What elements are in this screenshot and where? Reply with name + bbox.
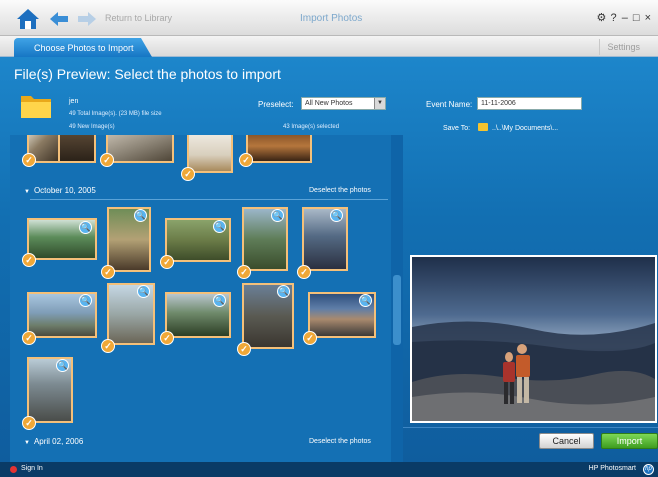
back-arrow-icon[interactable] (50, 12, 68, 26)
scrollbar-thumb[interactable] (393, 275, 401, 345)
zoom-icon[interactable]: 🔍 (330, 209, 343, 222)
zoom-icon[interactable]: 🔍 (79, 221, 92, 234)
title-bar: Return to Library Import Photos ⚙ ? – □ … (0, 0, 658, 36)
event-name-label: Event Name: (426, 100, 473, 109)
check-icon[interactable]: ✓ (101, 339, 115, 353)
home-icon[interactable] (16, 8, 40, 30)
import-photos-window: Return to Library Import Photos ⚙ ? – □ … (0, 0, 658, 477)
preselect-label: Preselect: (258, 100, 294, 109)
save-folder-icon[interactable] (478, 123, 488, 131)
expand-arrow-icon[interactable]: ▼ (24, 189, 30, 195)
zoom-icon[interactable]: 🔍 (213, 220, 226, 233)
zoom-icon[interactable]: 🔍 (277, 285, 290, 298)
brand-label: HP Photosmart (588, 465, 636, 472)
check-icon[interactable]: ✓ (100, 153, 114, 167)
tab-bar: Choose Photos to Import Settings (0, 36, 658, 57)
total-images-info: 49 Total Image(s). (23 MB) file size (69, 111, 162, 117)
check-icon[interactable]: ✓ (22, 331, 36, 345)
window-controls[interactable]: ⚙ ? – □ × (596, 11, 652, 24)
page-title: File(s) Preview: Select the photos to im… (14, 66, 281, 82)
preselect-dropdown[interactable]: All New Photos ▼ (301, 97, 386, 110)
photo-image (60, 135, 94, 161)
check-icon[interactable]: ✓ (237, 265, 251, 279)
tab-settings[interactable]: Settings (607, 42, 640, 52)
check-icon[interactable]: ✓ (303, 331, 317, 345)
source-name: jen (69, 98, 79, 105)
check-icon[interactable]: ✓ (297, 265, 311, 279)
group-header[interactable]: ▼ October 10, 2005 (24, 186, 96, 195)
deselect-photos-link[interactable]: Deselect the photos (309, 187, 371, 194)
window-title: Import Photos (300, 13, 363, 24)
folder-icon (21, 96, 51, 118)
photo-thumbnail[interactable] (106, 135, 174, 163)
selected-count: 43 Image(s) selected (283, 124, 340, 130)
hp-logo-icon: hp (643, 464, 654, 475)
zoom-icon[interactable]: 🔍 (271, 209, 284, 222)
event-name-input[interactable]: 11-11-2006 (477, 97, 582, 110)
action-divider (403, 427, 658, 428)
save-to-path[interactable]: ..\..\My Documents\... (492, 125, 558, 132)
zoom-icon[interactable]: 🔍 (137, 285, 150, 298)
group-date: April 02, 2006 (33, 437, 84, 446)
photo-image (189, 135, 231, 171)
photo-thumbnail[interactable] (58, 135, 96, 163)
forward-arrow-icon[interactable] (78, 12, 96, 26)
tab-choose-photos[interactable]: Choose Photos to Import (14, 38, 152, 57)
check-icon[interactable]: ✓ (160, 255, 174, 269)
save-to-label: Save To: (443, 125, 471, 132)
photo-list: ✓ ✓ ✓ ✓ ▼ October 10, 2005 Deselect the p… (10, 135, 400, 462)
zoom-icon[interactable]: 🔍 (56, 359, 69, 372)
sign-in-icon[interactable] (10, 466, 17, 473)
preview-image (412, 257, 655, 421)
expand-arrow-icon[interactable]: ▼ (24, 440, 30, 446)
check-icon[interactable]: ✓ (237, 342, 251, 356)
main-panel: File(s) Preview: Select the photos to im… (0, 57, 658, 462)
check-icon[interactable]: ✓ (101, 265, 115, 279)
status-bar: Sign In HP Photosmart hp (0, 462, 658, 477)
sign-in-link[interactable]: Sign In (21, 465, 43, 472)
deselect-photos-link[interactable]: Deselect the photos (309, 438, 371, 445)
preselect-value: All New Photos (305, 100, 353, 107)
check-icon[interactable]: ✓ (160, 331, 174, 345)
return-to-library-link[interactable]: Return to Library (105, 13, 172, 23)
photo-thumbnail[interactable] (246, 135, 312, 163)
check-icon[interactable]: ✓ (22, 153, 36, 167)
photo-preview (410, 255, 657, 423)
group-header[interactable]: ▼ April 02, 2006 (24, 437, 83, 446)
chevron-down-icon[interactable]: ▼ (374, 98, 385, 109)
photo-thumbnail[interactable] (187, 135, 233, 173)
photo-image (248, 135, 310, 161)
group-divider (30, 199, 388, 200)
zoom-icon[interactable]: 🔍 (359, 294, 372, 307)
zoom-icon[interactable]: 🔍 (213, 294, 226, 307)
import-button[interactable]: Import (601, 433, 658, 449)
check-icon[interactable]: ✓ (239, 153, 253, 167)
photo-image (108, 135, 172, 161)
new-images-info: 49 New Image(s) (69, 124, 115, 130)
group-date: October 10, 2005 (33, 186, 96, 195)
zoom-icon[interactable]: 🔍 (134, 209, 147, 222)
cancel-button[interactable]: Cancel (539, 433, 594, 449)
tab-divider (599, 39, 600, 55)
check-icon[interactable]: ✓ (181, 167, 195, 181)
zoom-icon[interactable]: 🔍 (79, 294, 92, 307)
check-icon[interactable]: ✓ (22, 253, 36, 267)
photo-list-scrollbar[interactable] (391, 135, 403, 462)
check-icon[interactable]: ✓ (22, 416, 36, 430)
